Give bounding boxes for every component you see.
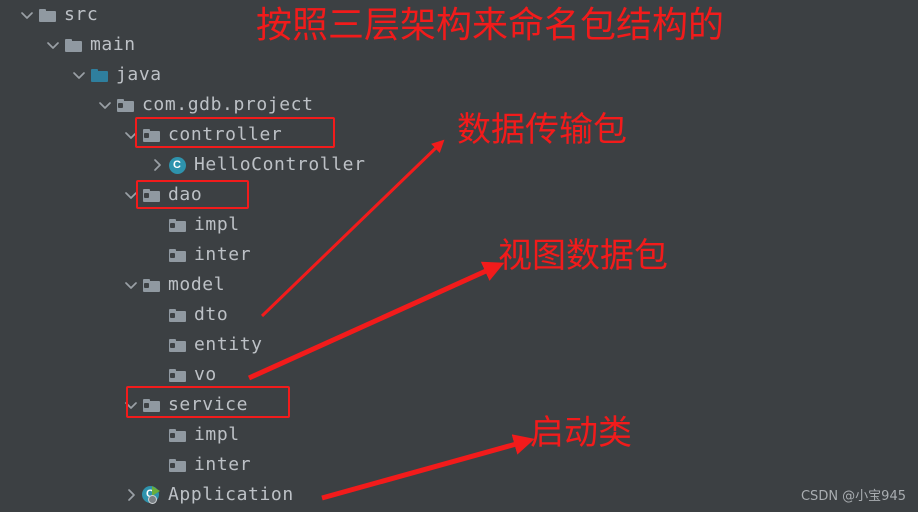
annotation-dto-note: 数据传输包 <box>457 110 627 150</box>
arrow-to-dto <box>260 139 445 318</box>
annotation-boot-note: 启动类 <box>530 413 632 453</box>
arrow-to-vo <box>247 261 505 381</box>
screenshot-stage: src main java com.gdb.project controller C Hel… <box>0 0 918 512</box>
annotation-arrow-group <box>247 139 535 501</box>
annotation-title: 按照三层架构来命名包结构的 <box>256 5 725 46</box>
csdn-watermark: CSDN @小宝945 <box>800 489 906 504</box>
annotation-vo-note: 视图数据包 <box>498 236 668 276</box>
arrow-to-boot <box>321 434 535 501</box>
